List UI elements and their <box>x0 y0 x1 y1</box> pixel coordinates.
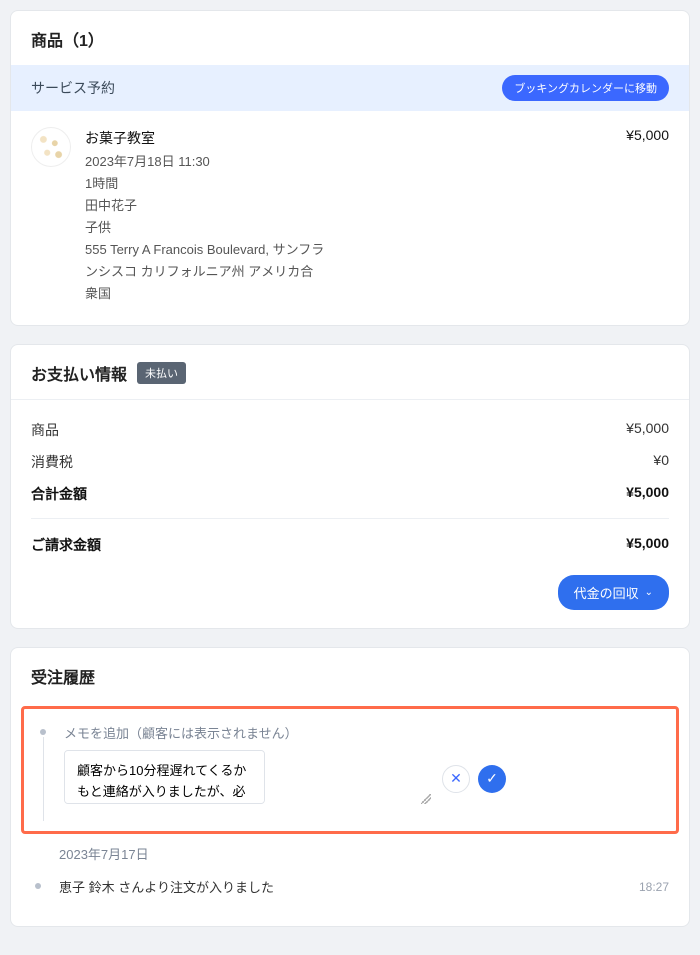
service-reservation-bar: サービス予約 ブッキングカレンダーに移動 <box>11 65 689 111</box>
history-entry-text: 恵子 鈴木 さんより注文が入りました <box>59 877 274 896</box>
history-entry: 恵子 鈴木 さんより注文が入りました 18:27 <box>31 877 669 896</box>
collect-payment-label: 代金の回収 <box>574 583 639 602</box>
divider <box>31 518 669 519</box>
memo-input[interactable] <box>64 750 265 804</box>
payment-row-product: 商品 ¥5,000 <box>31 414 669 446</box>
memo-cancel-button[interactable]: ✕ <box>442 765 470 793</box>
memo-box: ✕ ✓ <box>64 750 664 807</box>
payment-product-label: 商品 <box>31 420 59 440</box>
product-variant: 子供 <box>85 217 612 239</box>
history-header: 受注履歴 <box>11 648 689 702</box>
product-datetime: 2023年7月18日 11:30 <box>85 151 612 173</box>
product-duration: 1時間 <box>85 173 612 195</box>
payment-row-due: ご請求金額 ¥5,000 <box>31 529 669 561</box>
payment-product-value: ¥5,000 <box>626 420 669 440</box>
payment-title: お支払い情報 <box>31 361 127 385</box>
memo-label: メモを追加（顧客には表示されません） <box>64 723 664 742</box>
resize-handle-icon <box>421 794 431 804</box>
products-header: 商品（1） <box>11 11 689 65</box>
memo-confirm-button[interactable]: ✓ <box>478 765 506 793</box>
collect-payment-button[interactable]: 代金の回収 ⌄ <box>558 575 669 610</box>
product-title: お菓子教室 <box>85 127 612 151</box>
memo-highlight: メモを追加（顧客には表示されません） ✕ ✓ <box>21 706 679 834</box>
product-thumbnail <box>31 127 71 167</box>
go-to-calendar-button[interactable]: ブッキングカレンダーに移動 <box>502 75 669 101</box>
memo-timeline-item: メモを追加（顧客には表示されません） ✕ ✓ <box>36 723 664 807</box>
history-card: 受注履歴 メモを追加（顧客には表示されません） ✕ ✓ <box>10 647 690 927</box>
payment-row-total: 合計金額 ¥5,000 <box>31 478 669 510</box>
payment-status-badge: 未払い <box>137 362 186 384</box>
chevron-down-icon: ⌄ <box>645 587 653 598</box>
payment-total-label: 合計金額 <box>31 484 87 504</box>
history-date: 2023年7月17日 <box>31 844 669 863</box>
history-body: メモを追加（顧客には表示されません） ✕ ✓ 2023年7月17日 <box>11 702 689 926</box>
check-icon: ✓ <box>486 770 498 787</box>
payment-card: お支払い情報 未払い 商品 ¥5,000 消費税 ¥0 合計金額 ¥5,000 … <box>10 344 690 629</box>
product-details: お菓子教室 2023年7月18日 11:30 1時間 田中花子 子供 555 T… <box>85 127 612 305</box>
product-price: ¥5,000 <box>626 127 669 305</box>
products-card: 商品（1） サービス予約 ブッキングカレンダーに移動 お菓子教室 2023年7月… <box>10 10 690 326</box>
memo-wrapper <box>64 750 434 807</box>
service-reservation-label: サービス予約 <box>31 78 115 98</box>
payment-due-label: ご請求金額 <box>31 535 101 555</box>
product-customer: 田中花子 <box>85 195 612 217</box>
close-icon: ✕ <box>450 770 462 787</box>
payment-tax-value: ¥0 <box>653 452 669 472</box>
product-address: 555 Terry A Francois Boulevard, サンフランシスコ… <box>85 239 325 305</box>
product-row: お菓子教室 2023年7月18日 11:30 1時間 田中花子 子供 555 T… <box>11 111 689 325</box>
payment-due-value: ¥5,000 <box>626 535 669 555</box>
payment-total-value: ¥5,000 <box>626 484 669 504</box>
payment-tax-label: 消費税 <box>31 452 73 472</box>
history-entry-time: 18:27 <box>639 880 669 894</box>
payment-header: お支払い情報 未払い <box>11 345 689 400</box>
payment-row-tax: 消費税 ¥0 <box>31 446 669 478</box>
payment-actions: 代金の回収 ⌄ <box>31 575 669 610</box>
payment-body: 商品 ¥5,000 消費税 ¥0 合計金額 ¥5,000 ご請求金額 ¥5,00… <box>11 400 689 628</box>
